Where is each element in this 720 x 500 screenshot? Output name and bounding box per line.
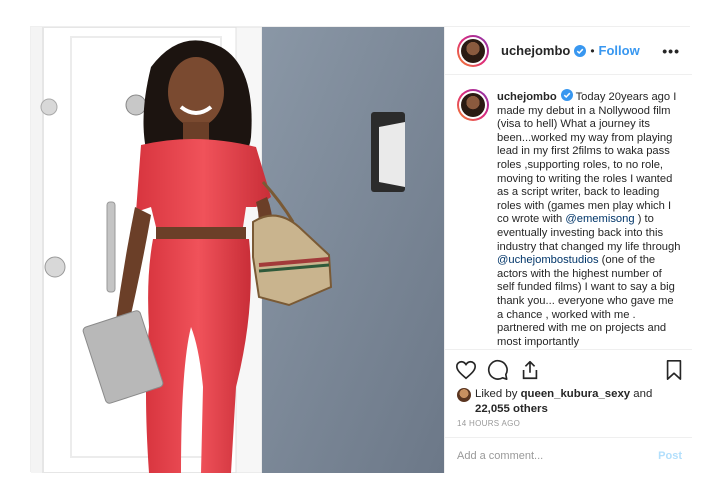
- avatar-image: [461, 38, 485, 63]
- post-comment-button[interactable]: Post: [658, 450, 682, 462]
- verified-badge-icon: [574, 44, 587, 57]
- comment-icon[interactable]: [487, 359, 509, 381]
- caption-avatar-ring: [459, 91, 487, 119]
- liker-username[interactable]: queen_kubura_sexy: [521, 388, 631, 400]
- photo-illustration: [31, 27, 444, 473]
- likes-middle: and: [630, 388, 653, 400]
- caption-area: uchejombo Today 20years ago I made my de…: [445, 75, 692, 349]
- post-timestamp[interactable]: 14 HOURS AGO: [457, 419, 520, 428]
- likes-summary: Liked by queen_kubura_sexy and 22,055 ot…: [457, 387, 687, 417]
- caption-verified-badge-icon: [560, 89, 573, 101]
- likes-count[interactable]: 22,055 others: [475, 403, 548, 415]
- comment-box: Post: [445, 437, 692, 473]
- avatar[interactable]: [457, 34, 489, 67]
- post-photo[interactable]: [31, 27, 444, 473]
- separator-dot: •: [590, 43, 595, 58]
- caption-text: uchejombo Today 20years ago I made my de…: [497, 89, 682, 349]
- likes-text: Liked by queen_kubura_sexy and 22,055 ot…: [475, 387, 652, 417]
- caption-username[interactable]: uchejombo: [497, 91, 557, 103]
- caption-avatar-image: [461, 93, 485, 117]
- caption-avatar[interactable]: [457, 89, 489, 121]
- follow-button[interactable]: Follow: [599, 43, 640, 58]
- mention-ememisong[interactable]: @ememisong: [565, 213, 634, 225]
- caption-body-part3: (one of the actors with the highest numb…: [497, 254, 675, 348]
- more-options-icon[interactable]: •••: [662, 43, 680, 59]
- post-header: uchejombo • Follow •••: [445, 27, 692, 75]
- share-icon[interactable]: [519, 359, 541, 381]
- header-username[interactable]: uchejombo: [501, 43, 570, 58]
- likes-prefix: Liked by: [475, 388, 521, 400]
- avatar-ring: [459, 36, 487, 65]
- post-side-panel: uchejombo • Follow ••• uchejombo Today 2…: [444, 27, 692, 473]
- liker-avatar[interactable]: [457, 388, 471, 402]
- instagram-post: uchejombo • Follow ••• uchejombo Today 2…: [30, 26, 692, 473]
- comment-input[interactable]: [457, 449, 659, 462]
- mention-uchejombostudios[interactable]: @uchejombostudios: [497, 254, 599, 266]
- bookmark-icon[interactable]: [663, 359, 685, 381]
- heart-icon[interactable]: [455, 359, 477, 381]
- action-bar: [445, 349, 692, 387]
- caption-body-part1: Today 20years ago I made my debut in a N…: [497, 91, 677, 226]
